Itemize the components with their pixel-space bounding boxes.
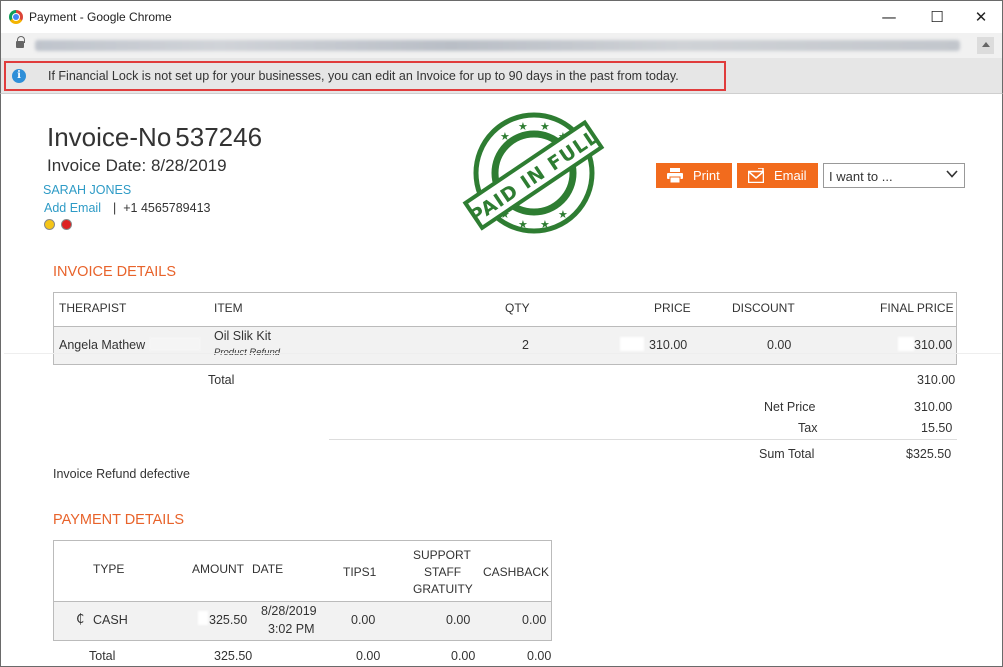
header-price: PRICE [654,301,691,315]
payment-total-cashback: 0.00 [527,649,552,663]
redacted-final-prefix [898,337,914,351]
invoice-details-title: INVOICE DETAILS [53,264,177,280]
url-field[interactable] [35,40,960,51]
payment-total-tips: 0.00 [356,649,381,663]
cell-price: 310.00 [649,338,688,352]
cell-date: 8/28/2019 [261,604,317,618]
invoice-date: Invoice Date: 8/28/2019 [47,156,227,175]
address-bar [0,33,1003,58]
client-phone: | +1 4565789413 [113,201,211,215]
tax-value: 15.50 [921,421,953,435]
cell-final-price: 310.00 [914,338,953,352]
i-want-to-label: I want to ... [829,169,893,184]
invoice-details-table: THERAPIST ITEM QTY PRICE DISCOUNT FINAL … [53,292,957,365]
info-bar: i If Financial Lock is not set up for yo… [0,58,1003,94]
header-date: DATE [252,562,284,576]
phone-number: +1 4565789413 [123,201,211,215]
maximize-icon[interactable]: ☐ [915,5,959,29]
header-support-line3: GRATUITY [413,582,473,596]
net-price-label: Net Price [764,400,816,414]
invoice-note: Invoice Refund defective [53,467,190,481]
svg-text:★: ★ [518,120,528,133]
cell-time: 3:02 PM [268,622,315,636]
header-final-price: FINAL PRICE [880,301,954,315]
payment-total-support: 0.00 [451,649,476,663]
redacted-surname [149,337,201,351]
header-support-line1: SUPPORT [413,548,471,562]
status-dot-red-icon [61,219,72,230]
info-icon: i [12,69,26,83]
payment-total-amount: 325.50 [214,649,253,663]
add-email-link[interactable]: Add Email [44,201,101,215]
status-dot-yellow-icon [44,219,55,230]
header-type: TYPE [93,562,125,576]
svg-text:★: ★ [558,208,568,221]
print-button[interactable]: Print [656,163,732,188]
separator: | [113,201,117,215]
close-icon[interactable]: ✕ [959,5,1003,29]
redacted-price-prefix [620,337,644,351]
net-price-value: 310.00 [914,400,953,414]
header-tips: TIPS1 [343,565,377,579]
sum-total-value: $325.50 [906,447,952,461]
cell-tips: 0.00 [351,613,376,627]
payment-details-table: TYPE AMOUNT DATE TIPS1 SUPPORT STAFF GRA… [53,540,552,641]
email-label: Email [774,168,807,183]
window-title: Payment - Google Chrome [29,10,172,24]
scroll-up-icon[interactable] [977,37,994,54]
i-want-to-select[interactable]: I want to ... [823,163,965,188]
chrome-logo-icon [9,10,23,24]
header-amount: AMOUNT [192,562,244,576]
cell-item: Oil Slik Kit [214,329,271,343]
cell-qty: 2 [522,338,529,352]
svg-text:★: ★ [540,218,550,231]
minimize-icon[interactable]: — [867,5,911,29]
tax-label: Tax [798,421,818,435]
invoice-label: Invoice-No [47,122,172,152]
cash-icon: ₵ [76,612,85,627]
payment-details-title: PAYMENT DETAILS [53,512,185,528]
svg-text:★: ★ [500,130,510,143]
cell-type: CASH [93,613,128,627]
total-label: Total [208,373,235,387]
total-value: 310.00 [917,373,956,387]
redacted-amount-prefix [198,611,208,625]
header-discount: DISCOUNT [732,301,795,315]
cell-cashback: 0.00 [522,613,547,627]
paid-in-full-stamp: ★★★★ ★★★★ PAID IN FULL [462,112,605,234]
sum-total-label: Sum Total [759,447,815,461]
client-name-link[interactable]: SARAH JONES [43,183,131,197]
invoice-number: 537246 [175,122,263,152]
printer-icon [667,168,683,183]
cell-support: 0.00 [446,613,471,627]
header-item: ITEM [214,301,243,315]
invoice-title: Invoice-No 537246 [47,122,262,153]
print-label: Print [693,168,720,183]
window-titlebar: Payment - Google Chrome — ☐ ✕ [0,0,1003,33]
cell-discount: 0.00 [767,338,792,352]
header-cashback: CASHBACK [483,565,550,579]
chevron-down-icon [946,170,958,178]
header-support-line2: STAFF [424,565,462,579]
email-icon [748,168,764,183]
cell-amount: 325.50 [209,613,248,627]
svg-text:★: ★ [540,120,550,133]
payment-total-label: Total [89,649,116,663]
invoice-page: Invoice-No 537246 Invoice Date: 8/28/2019… [0,94,1003,667]
header-qty: QTY [505,301,530,315]
cell-therapist: Angela Mathew [59,338,146,352]
info-message: If Financial Lock is not set up for your… [48,69,679,83]
lock-icon [16,36,25,48]
email-button[interactable]: Email [737,163,818,188]
svg-text:★: ★ [518,218,528,231]
header-therapist: THERAPIST [59,301,127,315]
